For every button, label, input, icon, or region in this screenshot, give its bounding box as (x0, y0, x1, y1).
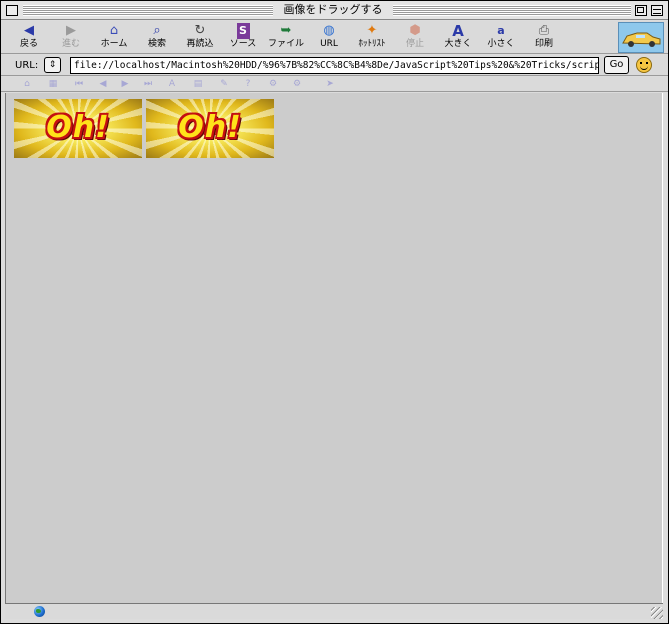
reload-button[interactable]: ↻ 再読込 (178, 23, 222, 53)
url-history-popup[interactable]: ⇕ (44, 57, 61, 73)
edit-small-icon[interactable]: ✎ (218, 78, 230, 90)
toolbar-button-label: URL (320, 39, 338, 49)
url-bar: URL: ⇕ file://localhost/Macintosh%20HDD/… (1, 55, 668, 76)
toolbar-button-label: ファイル (267, 39, 304, 49)
stop-button[interactable]: ⬢ 停止 (393, 23, 437, 53)
draggable-image[interactable]: Oh! (146, 99, 274, 158)
list-small-icon[interactable]: ▤ (192, 78, 204, 90)
globe-icon (34, 606, 45, 617)
collapse-box[interactable] (651, 5, 663, 16)
search-button[interactable]: ⌕ 検索 (135, 23, 179, 53)
toolbar-button-label: 小さく (487, 39, 515, 49)
grid-small-icon[interactable]: ▦ (47, 78, 59, 90)
car-logo-icon (622, 32, 661, 47)
up-down-arrows-icon: ⇕ (48, 60, 57, 70)
url-button[interactable]: ◍ URL (307, 23, 351, 53)
title-bar-stripes (393, 5, 631, 16)
source-icon: S (236, 23, 250, 39)
help-small-icon[interactable]: ? (242, 78, 254, 90)
search-icon: ⌕ (153, 23, 161, 38)
browser-logo (618, 22, 664, 53)
toolbar-button-label: ホーム (100, 39, 128, 49)
url-input[interactable]: file://localhost/Macintosh%20HDD/%96%7B%… (70, 57, 599, 74)
browser-window: 画像をドラッグする ◀ 戻る ▶ 進む ⌂ ホーム ⌕ 検索 ↻ 再読込 S ソ… (0, 0, 669, 624)
stop-icon: ⬢ (409, 23, 421, 38)
file-icon: ➥ (280, 23, 292, 38)
forward-arrow-icon: ▶ (66, 23, 76, 38)
globe-icon: ◍ (323, 23, 335, 38)
back-button[interactable]: ◀ 戻る (7, 23, 51, 53)
image-text: Oh! (178, 110, 242, 145)
next-page-icon[interactable]: ▶ (119, 78, 131, 90)
text-smaller-button[interactable]: a 小さく (479, 23, 523, 53)
forward-button[interactable]: ▶ 進む (49, 23, 93, 53)
title-bar-stripes (23, 5, 273, 16)
previous-page-icon[interactable]: ◀ (97, 78, 109, 90)
page-content: Oh! Oh! (5, 93, 663, 603)
hotlist-button[interactable]: ✦ ﾎｯﾄﾘｽﾄ (350, 23, 394, 53)
secondary-toolbar: ⌂ ▦ ⏮ ◀ ▶ ⏭ A ▤ ✎ ? ⚙ ⚙ ➤ (1, 77, 668, 92)
file-button[interactable]: ➥ ファイル (264, 23, 308, 53)
toolbar-button-label: 印刷 (534, 39, 553, 49)
print-icon: ⎙ (538, 23, 550, 38)
toolbar-button-label: ﾎｯﾄﾘｽﾄ (358, 39, 386, 49)
toolbar-button-label: 再読込 (186, 39, 214, 49)
reload-icon: ↻ (194, 23, 206, 38)
go-button[interactable]: Go (604, 56, 629, 74)
font-small-icon[interactable]: A (166, 78, 178, 90)
zoom-box[interactable] (635, 5, 647, 16)
home-button[interactable]: ⌂ ホーム (92, 23, 136, 53)
toolbar-button-label: 停止 (405, 39, 424, 49)
main-toolbar: ◀ 戻る ▶ 進む ⌂ ホーム ⌕ 検索 ↻ 再読込 S ソース ➥ ファイル … (1, 21, 668, 54)
text-smaller-icon: a (497, 24, 505, 37)
url-label: URL: (15, 60, 39, 71)
resize-grip[interactable] (651, 607, 663, 619)
home-icon: ⌂ (109, 23, 119, 38)
settings-alt-small-icon[interactable]: ⚙ (291, 78, 303, 90)
back-arrow-icon: ◀ (24, 23, 34, 38)
text-larger-button[interactable]: A 大きく (436, 23, 480, 53)
toolbar-button-label: ソース (229, 39, 257, 49)
source-button[interactable]: S ソース (221, 23, 265, 53)
text-larger-icon: A (452, 22, 464, 40)
home-small-icon[interactable]: ⌂ (21, 78, 33, 90)
last-page-icon[interactable]: ⏭ (142, 78, 154, 90)
smiley-icon[interactable] (636, 57, 652, 73)
settings-small-icon[interactable]: ⚙ (267, 78, 279, 90)
draggable-image[interactable]: Oh! (14, 99, 142, 158)
send-small-icon[interactable]: ➤ (324, 78, 336, 90)
first-page-icon[interactable]: ⏮ (73, 78, 85, 90)
window-title: 画像をドラッグする (273, 3, 393, 17)
toolbar-button-label: 大きく (444, 39, 472, 49)
toolbar-button-label: 進む (61, 39, 80, 49)
title-bar[interactable]: 画像をドラッグする (1, 1, 668, 20)
hotlist-icon: ✦ (366, 23, 378, 38)
toolbar-button-label: 検索 (147, 39, 166, 49)
status-bar (5, 603, 663, 619)
print-button[interactable]: ⎙ 印刷 (522, 23, 566, 53)
close-box[interactable] (6, 5, 18, 16)
image-text: Oh! (46, 110, 110, 145)
toolbar-button-label: 戻る (19, 39, 38, 49)
